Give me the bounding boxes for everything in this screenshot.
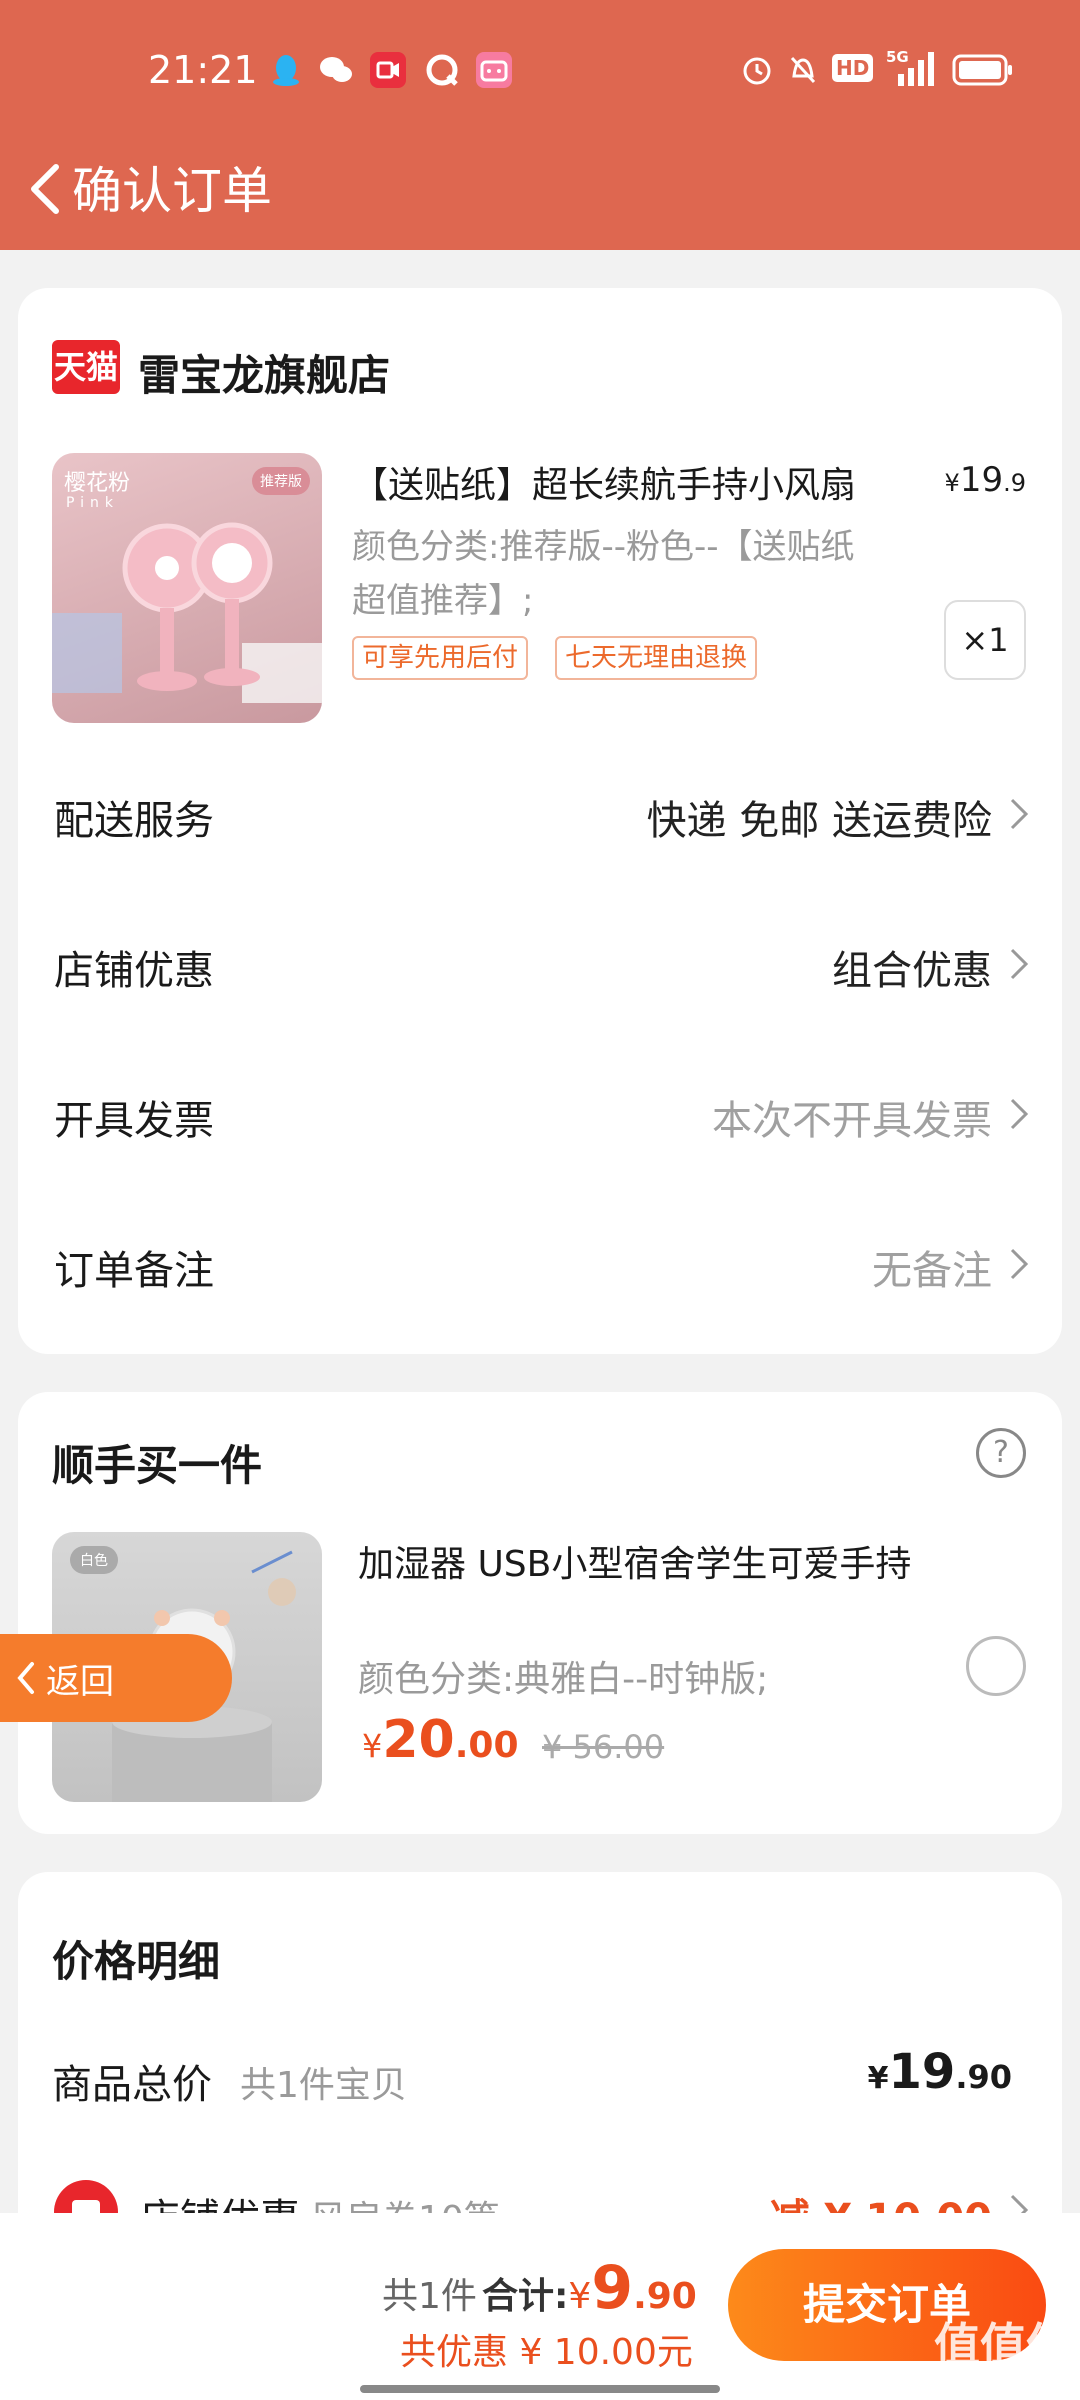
- price-symbol: ¥: [362, 1727, 383, 1765]
- recommend-product-spec: 颜色分类:典雅白--时钟版;: [358, 1659, 769, 1700]
- help-icon[interactable]: ?: [976, 1428, 1026, 1478]
- pay-later-tag: 可享先用后付: [352, 636, 529, 680]
- total-saved-text: 共优惠 ¥ 10.00元: [400, 2332, 693, 2373]
- svg-text:5G: 5G: [886, 48, 909, 66]
- quantity-box[interactable]: ×1: [944, 600, 1026, 680]
- chevron-right-icon: [1010, 798, 1029, 830]
- price-symbol: ¥: [867, 2061, 889, 2096]
- fan-illustration-icon: [52, 522, 322, 703]
- hd-icon: HD: [832, 54, 874, 82]
- watermark: 值值值 zhizhizhi.com: [934, 2309, 1072, 2390]
- sum-label: 合计:: [482, 2276, 569, 2317]
- back-arrow-icon[interactable]: [16, 149, 76, 229]
- qq-icon: [268, 52, 304, 88]
- 5g-signal-icon: 5G: [884, 48, 940, 95]
- item-count: 共1件: [382, 2276, 477, 2317]
- row-label: 开具发票: [54, 1098, 214, 1144]
- mute-icon: [786, 52, 820, 93]
- order-sum: 共1件 合计:¥9.90: [382, 2253, 697, 2323]
- alarm-icon: [740, 52, 774, 93]
- product-spec[interactable]: 颜色分类:推荐版--粉色--【送贴纸 超值推荐】;: [352, 520, 892, 628]
- recommend-title: 顺手买一件: [52, 1441, 263, 1490]
- video-app-icon: [370, 52, 406, 88]
- goods-total-label: 商品总价: [52, 2062, 212, 2108]
- product-title[interactable]: 【送贴纸】超长续航手持小风扇: [352, 456, 856, 508]
- recommend-old-price: ¥ 56.00: [542, 1728, 665, 1766]
- price-decimal: .00: [454, 1725, 519, 1766]
- chevron-right-icon: [1010, 1248, 1029, 1280]
- shop-name[interactable]: 雷宝龙旗舰店: [138, 342, 390, 403]
- home-indicator[interactable]: [360, 2385, 720, 2393]
- sum-integer: 9: [591, 2253, 634, 2323]
- row-value: 无备注: [872, 1248, 992, 1294]
- price-integer: 19: [959, 460, 1004, 500]
- sum-symbol: ¥: [568, 2276, 592, 2317]
- row-label: 订单备注: [54, 1248, 214, 1294]
- row-label: 配送服务: [54, 798, 214, 844]
- page-title: 确认订单: [72, 162, 272, 220]
- price-integer: 20: [382, 1710, 455, 1770]
- chevron-left-icon: [17, 1662, 34, 1694]
- price-decimal: .90: [955, 2058, 1012, 2096]
- return-policy-tag: 七天无理由退换: [555, 636, 758, 680]
- bilibili-icon: [476, 52, 512, 88]
- tmall-logo-icon: 天猫: [52, 340, 120, 394]
- sum-decimal: .90: [633, 2276, 697, 2317]
- chevron-right-icon: [1010, 948, 1029, 980]
- price-detail-card: 价格明细 商品总价 共1件宝贝 ¥19.90 店铺优惠 风扇券10等 减 ¥ 1…: [18, 1872, 1062, 2272]
- status-time: 21:21: [148, 48, 258, 92]
- product-image[interactable]: 樱花粉 Pink 推荐版: [52, 453, 322, 723]
- recommend-product-title[interactable]: 加湿器 USB小型宿舍学生可爱手持: [358, 1538, 938, 1592]
- row-value: 组合优惠: [832, 948, 992, 994]
- row-invoice[interactable]: 开具发票 本次不开具发票: [18, 1068, 1062, 1158]
- status-bar: 21:21 HD 5G: [0, 0, 1080, 145]
- price-decimal: .9: [1003, 469, 1026, 497]
- bottom-checkout-bar: 共1件 合计:¥9.90 共优惠 ¥ 10.00元 提交订单 值值值 zhizh…: [0, 2213, 1080, 2400]
- goods-total-value: ¥19.90: [868, 2044, 1012, 2100]
- recommend-select-radio[interactable]: [966, 1636, 1026, 1696]
- recommend-card: 顺手买一件 ? 白色 加湿器 USB小型宿舍学生可爱手持 颜色分类:典雅白--时…: [18, 1392, 1062, 1834]
- row-label: 店铺优惠: [54, 948, 214, 994]
- price-integer: 19: [888, 2044, 956, 2100]
- price-detail-title: 价格明细: [52, 1937, 221, 1986]
- floating-back-label: 返回: [46, 1662, 114, 1702]
- chevron-right-icon: [1010, 1098, 1029, 1130]
- product-price: ¥19.9: [945, 460, 1026, 500]
- wechat-icon: [318, 52, 354, 88]
- row-shop-discount[interactable]: 店铺优惠 组合优惠: [18, 918, 1062, 1008]
- battery-icon: [952, 54, 1014, 93]
- browser-icon: [424, 52, 460, 88]
- watermark-url: zhizhizhi.com: [934, 2369, 1072, 2390]
- row-order-note[interactable]: 订单备注 无备注: [18, 1218, 1062, 1308]
- nav-header: 确认订单: [0, 145, 1080, 250]
- watermark-text: 值值值: [934, 2318, 1072, 2372]
- order-card: 天猫 雷宝龙旗舰店 樱花粉 Pink 推荐版 【送贴纸】超长续航手持小风扇 ¥1…: [18, 288, 1062, 1354]
- goods-count-text: 共1件宝贝: [240, 2065, 407, 2106]
- row-value: 快递 免邮 送运费险: [646, 798, 992, 844]
- row-delivery[interactable]: 配送服务 快递 免邮 送运费险: [18, 768, 1062, 858]
- floating-back-button[interactable]: 返回: [0, 1634, 232, 1722]
- row-value: 本次不开具发票: [712, 1098, 992, 1144]
- recommend-product-price: ¥20.00: [362, 1710, 519, 1770]
- price-symbol: ¥: [944, 469, 960, 497]
